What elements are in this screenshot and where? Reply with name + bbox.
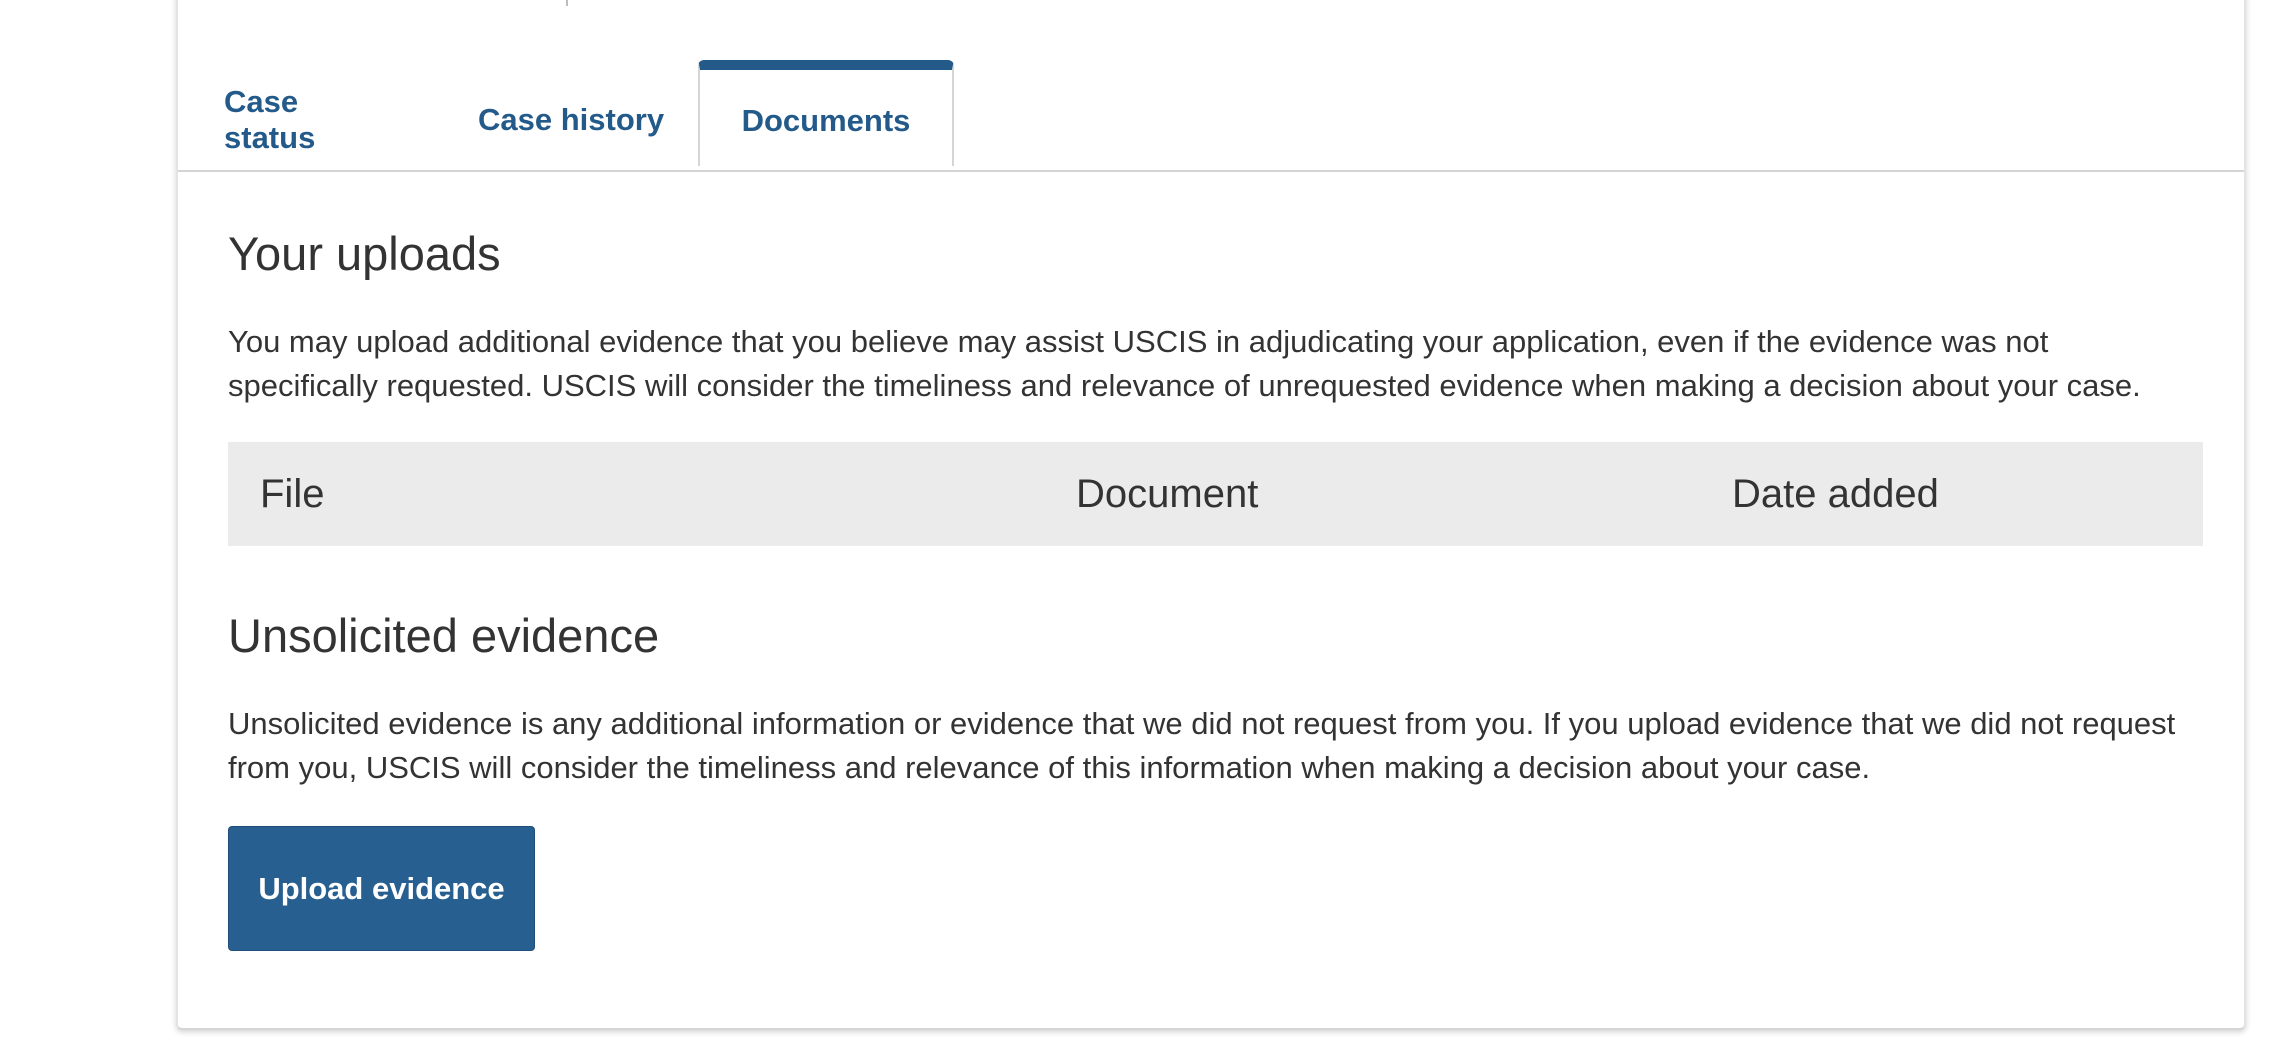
uploads-table-header: File Document Date added	[228, 442, 2203, 546]
header-divider	[566, 0, 568, 6]
tab-case-history-label: Case history	[478, 102, 665, 137]
your-uploads-description: You may upload additional evidence that …	[228, 324, 2141, 403]
column-header-document: Document	[1076, 472, 1259, 516]
tab-case-status[interactable]: Case status	[224, 68, 394, 172]
upload-evidence-button[interactable]: Upload evidence	[228, 826, 535, 951]
column-header-file: File	[260, 472, 325, 516]
your-uploads-section: Your uploads You may upload additional e…	[228, 226, 2203, 408]
unsolicited-evidence-description: Unsolicited evidence is any additional i…	[228, 706, 2176, 785]
tab-documents[interactable]: Documents	[698, 60, 954, 166]
case-details-card: Case status Case history Documents Your …	[176, 0, 2246, 1030]
column-header-date-added: Date added	[1732, 472, 1939, 516]
tab-case-status-label: Case status	[224, 84, 316, 155]
tab-case-history[interactable]: Case history	[478, 68, 698, 172]
your-uploads-heading: Your uploads	[228, 227, 501, 280]
tab-documents-label: Documents	[741, 103, 911, 138]
unsolicited-evidence-heading: Unsolicited evidence	[228, 609, 660, 662]
case-tabs: Case status Case history Documents	[178, 60, 2244, 172]
unsolicited-evidence-section: Unsolicited evidence Unsolicited evidenc…	[228, 608, 2203, 790]
